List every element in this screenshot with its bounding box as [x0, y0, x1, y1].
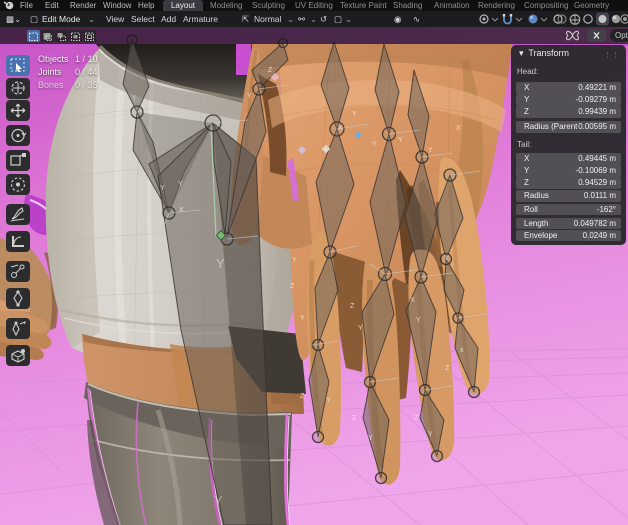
svg-text:Y: Y: [416, 317, 421, 324]
svg-text:Y: Y: [368, 435, 373, 442]
svg-text:Z: Z: [352, 415, 357, 422]
svg-text:Z: Z: [414, 415, 419, 422]
svg-text:Y: Y: [214, 493, 223, 508]
svg-text:Z: Z: [268, 67, 273, 74]
svg-text:Z: Z: [445, 365, 450, 372]
svg-text:Y: Y: [358, 325, 363, 332]
svg-text:X: X: [179, 207, 184, 214]
svg-text:Y: Y: [444, 255, 449, 262]
svg-text:Z: Z: [350, 303, 355, 310]
svg-text:Z: Z: [300, 393, 305, 400]
svg-text:Y: Y: [247, 93, 252, 100]
svg-text:Y: Y: [300, 315, 305, 322]
svg-text:Y: Y: [352, 111, 357, 118]
svg-text:Y: Y: [428, 431, 433, 438]
svg-text:Y: Y: [428, 147, 433, 154]
svg-text:Y: Y: [326, 397, 331, 404]
svg-text:X: X: [456, 125, 461, 132]
svg-text:X: X: [410, 297, 415, 304]
svg-text:Y: Y: [160, 185, 165, 192]
svg-text:x: x: [460, 347, 464, 354]
svg-text:Z: Z: [290, 283, 295, 290]
svg-text:Z: Z: [146, 215, 151, 222]
svg-text:Y: Y: [292, 257, 297, 264]
svg-text:Y: Y: [398, 137, 403, 144]
svg-text:Y: Y: [216, 256, 225, 271]
svg-text:Y: Y: [178, 181, 183, 188]
svg-text:Y: Y: [132, 95, 137, 102]
svg-text:Y: Y: [372, 141, 377, 148]
